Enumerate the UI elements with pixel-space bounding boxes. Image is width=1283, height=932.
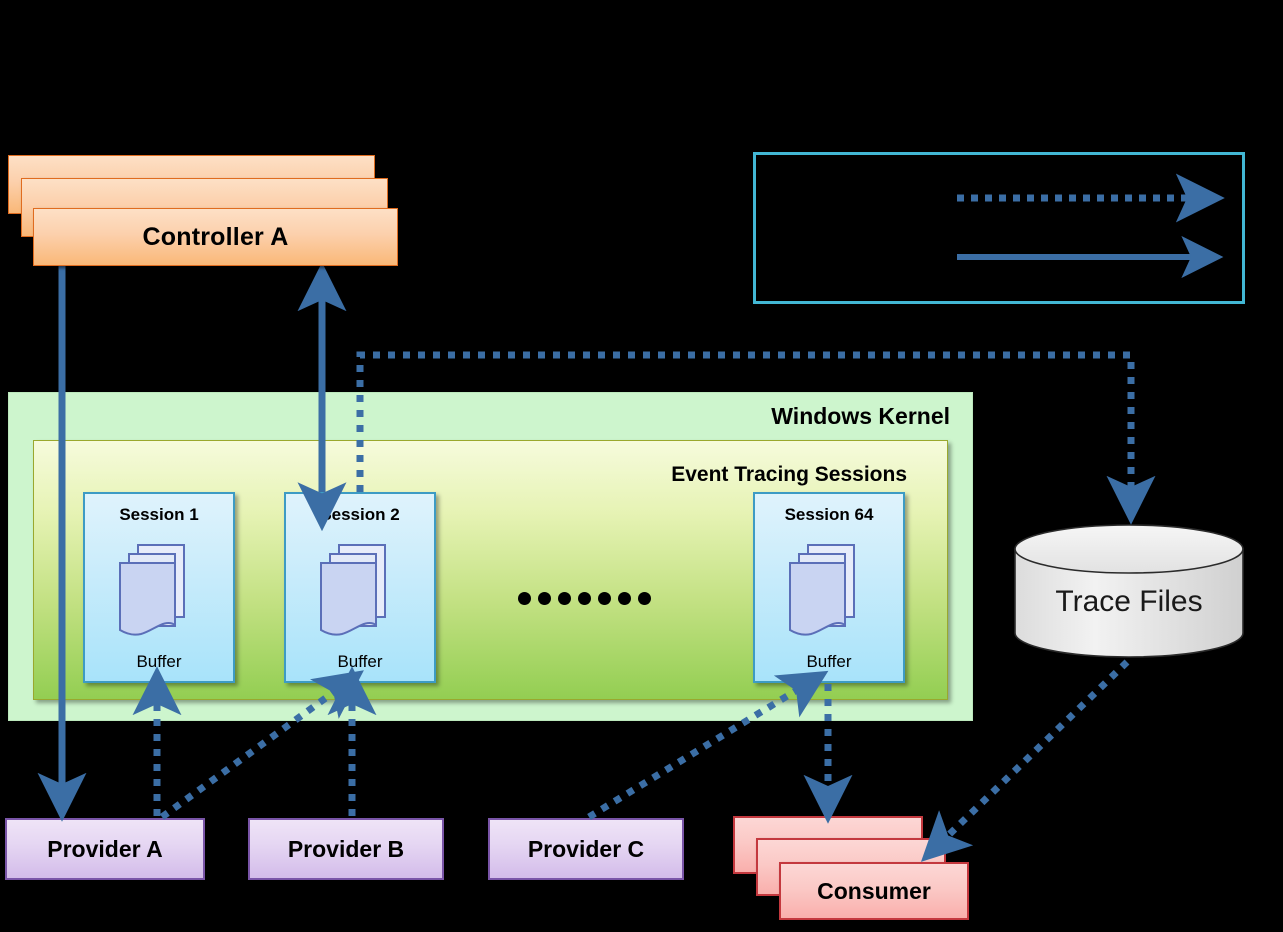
consumer-label: Consumer <box>817 877 931 904</box>
provider-box-c[interactable]: Provider C <box>488 818 684 880</box>
buffer-label: Buffer <box>337 652 383 671</box>
provider-label: Provider C <box>527 835 645 862</box>
ellipsis-dot <box>578 592 591 605</box>
controller-card-front[interactable]: Controller A <box>33 208 398 266</box>
ellipsis-dot <box>618 592 631 605</box>
buffer-label: Buffer <box>806 652 852 671</box>
provider-box-b[interactable]: Provider B <box>248 818 444 880</box>
session-title: Session 64 <box>784 505 874 524</box>
windows-kernel-title: Windows Kernel <box>771 403 950 429</box>
trace-files-cylinder[interactable]: Trace Files <box>1013 523 1245 659</box>
diagram-canvas: Controller A Windows Kernel Event Tracin… <box>0 0 1283 932</box>
ellipsis-dot <box>538 592 551 605</box>
provider-label: Provider A <box>47 835 163 862</box>
buffer-documents-icon <box>313 540 407 643</box>
session-box-1[interactable]: Session 1 Buffer <box>83 492 235 683</box>
consumer-card-front[interactable]: Consumer <box>779 862 969 920</box>
session-title: Session 1 <box>119 505 199 524</box>
provider-label: Provider B <box>287 835 405 862</box>
session-title: Session 2 <box>320 505 400 524</box>
controller-label: Controller A <box>142 222 289 251</box>
ellipsis-dot <box>558 592 571 605</box>
provider-box-a[interactable]: Provider A <box>5 818 205 880</box>
legend-box <box>753 152 1245 304</box>
ellipsis-dot <box>518 592 531 605</box>
sessions-ellipsis <box>518 592 651 606</box>
trace-files-label: Trace Files <box>1055 584 1203 618</box>
buffer-documents-icon <box>782 540 876 643</box>
buffer-documents-icon <box>112 540 206 643</box>
event-tracing-sessions-title: Event Tracing Sessions <box>671 463 907 486</box>
ellipsis-dot <box>598 592 611 605</box>
buffer-label: Buffer <box>136 652 182 671</box>
session-box-2[interactable]: Session 2 Buffer <box>284 492 436 683</box>
session-box-64[interactable]: Session 64 Buffer <box>753 492 905 683</box>
ellipsis-dot <box>638 592 651 605</box>
